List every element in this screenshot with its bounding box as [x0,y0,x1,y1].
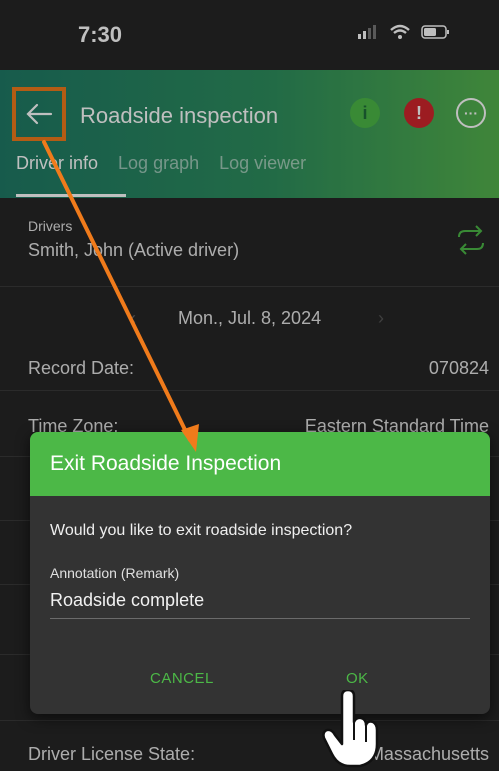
tutorial-arrow [42,140,199,452]
hand-pointer-icon [322,690,379,768]
